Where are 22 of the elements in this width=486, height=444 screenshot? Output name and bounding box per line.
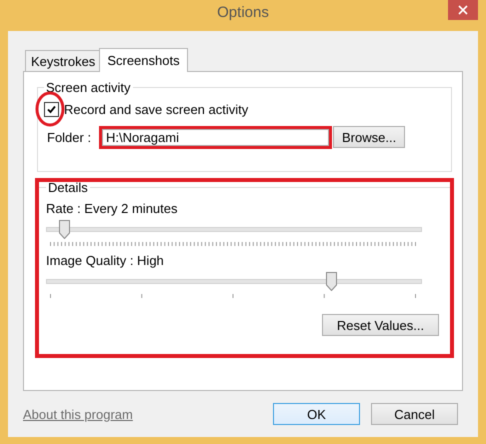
close-button[interactable] xyxy=(448,0,478,20)
window-title: Options xyxy=(217,4,269,21)
tab[interactable]: Keystrokes xyxy=(25,50,100,71)
folder-label: Folder : xyxy=(46,130,92,144)
cancel-button[interactable]: Cancel xyxy=(371,403,458,425)
checkbox[interactable] xyxy=(44,102,59,117)
about-link[interactable]: About this program xyxy=(23,406,133,422)
ok-button[interactable]: OK xyxy=(273,403,360,425)
browse-button[interactable]: Browse... xyxy=(333,126,406,148)
tab[interactable]: Screenshots xyxy=(99,48,188,72)
slider-label: Image Quality : High xyxy=(46,253,165,268)
group-title: Details xyxy=(47,180,89,195)
slider[interactable] xyxy=(46,272,422,291)
group-title: Screen activity xyxy=(45,80,132,95)
slider-thumb[interactable] xyxy=(59,220,70,239)
close-icon xyxy=(458,5,468,15)
checkbox-label: Record and save screen activity xyxy=(64,102,248,117)
reset-values-button[interactable]: Reset Values... xyxy=(322,314,439,336)
slider-thumb[interactable] xyxy=(326,272,337,291)
slider-label: Rate : Every 2 minutes xyxy=(46,201,178,216)
slider[interactable] xyxy=(46,220,422,239)
check-icon xyxy=(46,104,57,115)
